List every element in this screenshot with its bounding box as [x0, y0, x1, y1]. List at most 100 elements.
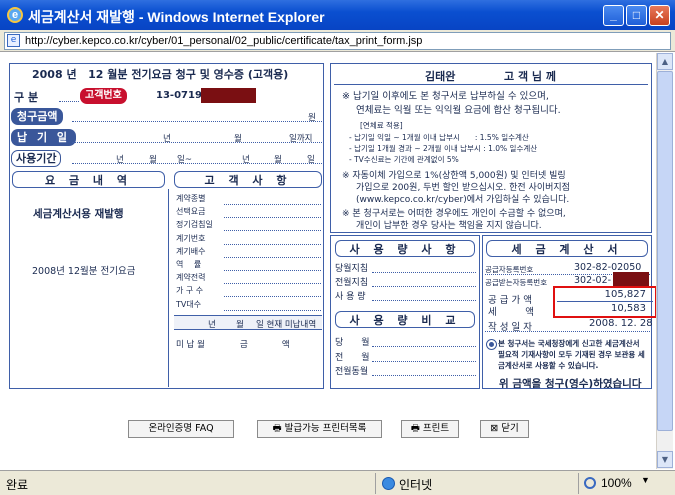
billed-amount-label: 청구금액 — [11, 108, 64, 125]
notice2-line3: (www.kepco.co.kr/cyber)에서 가입하실 수 있습니다. — [356, 195, 570, 205]
supply-value: 105,827 — [604, 289, 646, 300]
close-box-icon: ⊠ — [490, 423, 499, 434]
print-label: 프린트 — [422, 423, 450, 434]
issue-date: 2008. 12. 28 — [589, 318, 653, 329]
close-window-button[interactable]: ✕ — [649, 5, 670, 26]
scroll-thumb[interactable] — [657, 71, 673, 431]
billed-amount-line — [72, 121, 322, 122]
compare-item-label: 당 월 — [335, 338, 370, 348]
customer-no: 13-0719- — [156, 90, 207, 101]
notice-rate3: - TV수신료는 기간에 관계없이 5% — [349, 155, 459, 164]
usage-item-label: 당월지침 — [335, 264, 369, 274]
due-month: 월 — [234, 134, 242, 144]
usage-header: 사 용 량 사 항 — [335, 240, 475, 257]
scroll-down-icon[interactable]: ▼ — [657, 451, 673, 468]
customer-item-line — [224, 309, 321, 311]
customer-honorific: 고 객 님 께 — [504, 70, 556, 83]
reissue-text: 세금계산서용 재발행 — [33, 208, 124, 220]
customer-item-label: 가 구 수 — [176, 286, 204, 296]
period-line — [72, 163, 322, 164]
customer-item-label: 역 률 — [176, 260, 202, 269]
customer-item-line — [224, 256, 321, 258]
amount-separator — [557, 301, 653, 302]
customer-info-header: 고 객 사 항 — [174, 171, 322, 188]
tax-note-line3: 금계산서로 사용할 수 있습니다. — [498, 361, 599, 370]
customer-item-label: 계약전력 — [176, 273, 206, 283]
unpaid-year: 년 — [208, 320, 216, 330]
window-title: 세금계산서 재발행 - Windows Internet Explorer — [28, 9, 325, 25]
issue-date-line — [485, 331, 650, 332]
notice1-line1: ※ 납기일 이후에도 본 청구서로 납부하실 수 있으며, — [342, 91, 549, 102]
tax-amount: 10,583 — [611, 303, 646, 314]
division-line — [59, 101, 79, 102]
notice-rate1: - 납기일 익일 ~ 1개월 이내 납부시 : 1.5% 일수계산 — [349, 133, 529, 142]
compare-item-label: 전월동월 — [335, 367, 369, 377]
customer-name: 김태완 — [425, 70, 456, 83]
customer-item-line — [224, 296, 321, 298]
customer-item-label: 계약종별 — [176, 194, 206, 203]
printer-list-label: 발급가능 프린터목록 — [284, 423, 367, 434]
customer-item-label: 계기배수 — [176, 246, 206, 256]
compare-item-label: 전 월 — [335, 352, 370, 363]
division-label: 구 분 — [14, 91, 39, 104]
notice-rate-title: [연체료 적용] — [360, 121, 403, 130]
customer-item-line — [224, 217, 321, 219]
minimize-button[interactable]: _ — [603, 5, 624, 26]
customer-no-label: 고객번호 — [80, 88, 127, 104]
usage-item-line — [372, 300, 476, 301]
scroll-up-icon[interactable]: ▲ — [657, 53, 673, 70]
cut-text: 위 금액을 청구(영수)하였습니다 — [499, 378, 642, 388]
bill-month: 12 — [88, 68, 104, 81]
usage-item-label: 전월지침 — [335, 278, 369, 288]
unpaid-month: 월 — [236, 320, 244, 330]
customer-item-line — [224, 270, 321, 271]
tax-note-line1: 본 청구서는 국세청장에게 신고한 세금계산서 — [498, 339, 640, 348]
customer-item-label: 계기번호 — [176, 233, 206, 243]
status-text: 완료 — [6, 478, 29, 492]
notice3-line2: 개인이 납부한 경우 당사는 책임을 지지 않습니다. — [356, 221, 542, 231]
column-divider — [168, 189, 169, 387]
print-button[interactable]: 🖶 프린트 — [401, 420, 459, 438]
bill-title-rest: 월분 전기요금 청구 및 영수증 (고객용) — [107, 68, 289, 81]
printer-icon: 🖶 — [272, 423, 282, 434]
cut-text-clip: 위 금액을 청구(영수)하였습니다 — [483, 373, 651, 388]
usage-item-line — [372, 272, 476, 273]
compare-item-line — [372, 375, 476, 376]
page-icon: e — [7, 34, 20, 47]
close-button[interactable]: ⊠ 닫기 — [480, 420, 529, 438]
redaction-mark — [201, 88, 256, 103]
customer-item-label: 정기검침일 — [176, 220, 213, 230]
url-field[interactable]: http://cyber.kepco.co.kr/cyber/01_person… — [4, 32, 671, 50]
zoom-level[interactable]: 100% — [601, 476, 632, 490]
customer-item-label: TV대수 — [176, 299, 202, 309]
unpaid-amount-label: 금 액 — [240, 340, 290, 350]
printer-icon: 🖶 — [410, 423, 420, 434]
security-zone: 인터넷 — [399, 478, 433, 492]
unpaid-today: 일 현재 미납내역 — [256, 320, 317, 330]
usage-compare-header: 사 용 량 비 교 — [335, 311, 475, 328]
status-bar: 완료 인터넷 100% ▼ — [0, 470, 675, 495]
period-month2: 월 — [274, 155, 282, 165]
printer-list-button[interactable]: 🖶 발급가능 프린터목록 — [257, 420, 382, 438]
period-month1: 월 — [149, 155, 157, 165]
period-year1: 년 — [116, 155, 124, 165]
customer-item-line — [224, 283, 321, 285]
customer-item-line — [224, 243, 321, 245]
maximize-button[interactable]: □ — [626, 5, 647, 26]
zoom-dropdown-icon[interactable]: ▼ — [641, 475, 650, 485]
globe-icon — [382, 477, 395, 490]
name-underline — [334, 84, 648, 85]
buyer-reg-no: 302-02- — [574, 275, 612, 286]
won-label: 원 — [308, 113, 316, 123]
period-day2: 일 — [307, 155, 315, 165]
vertical-scrollbar[interactable]: ▲ ▼ — [656, 53, 673, 469]
unpaid-header-row: 년 월 일 현재 미납내역 — [174, 316, 322, 330]
faq-button[interactable]: 온라인증명 FAQ — [128, 420, 234, 438]
due-date-line — [72, 142, 322, 143]
page-content: 2008 년 12 월분 전기요금 청구 및 영수증 (고객용) 구 분 고객번… — [4, 53, 657, 469]
redaction-mark — [613, 272, 649, 286]
status-divider — [375, 473, 376, 494]
buyer-reg-label: 공급받는자등록번호 — [485, 278, 548, 287]
unpaid-month-label: 미 납 월 — [176, 340, 205, 350]
tax-amount-label: 세 액 — [488, 307, 534, 318]
